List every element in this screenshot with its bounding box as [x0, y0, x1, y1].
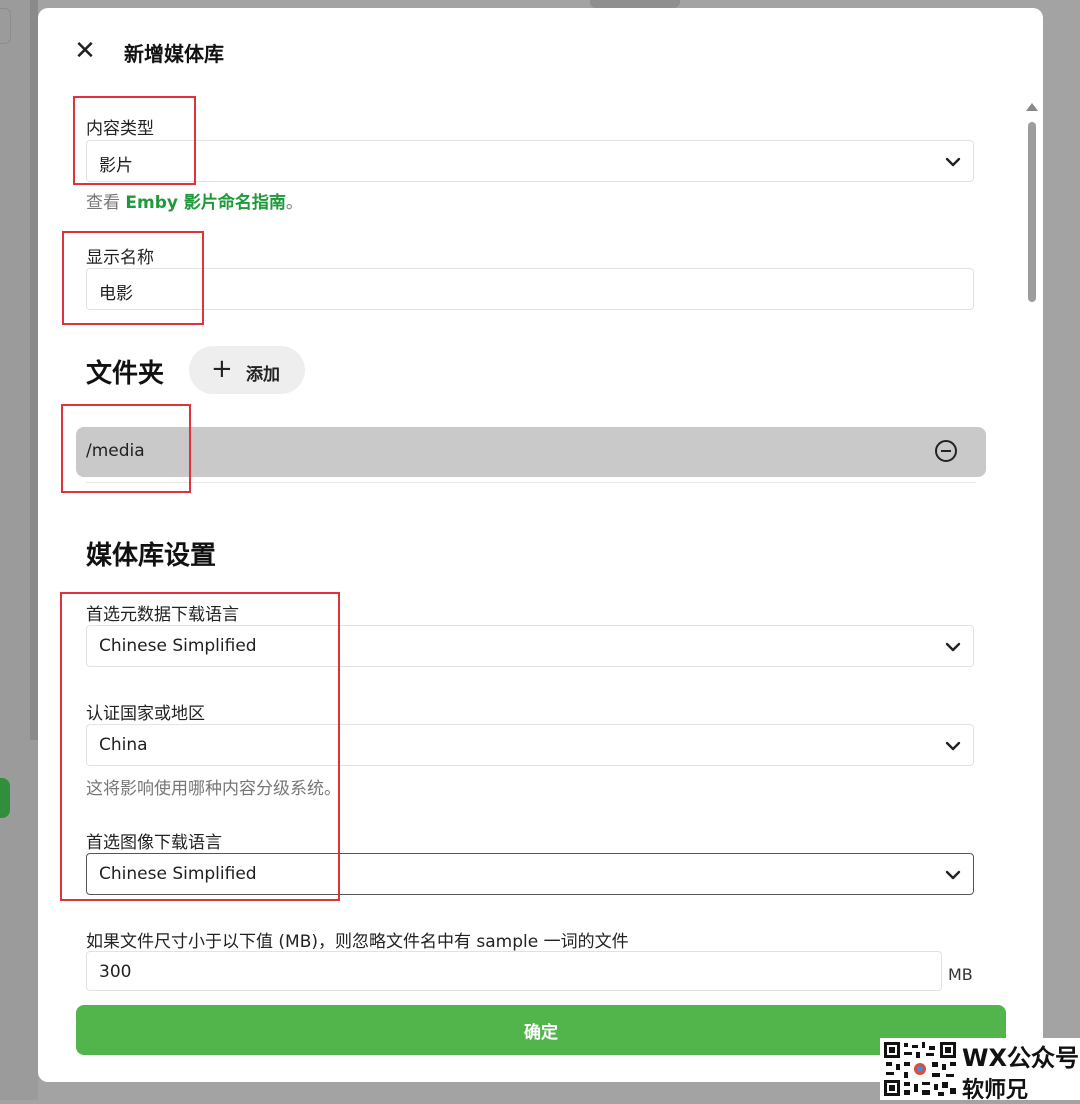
scroll-up-arrow-icon[interactable]	[1026, 103, 1038, 111]
folder-divider	[86, 482, 976, 483]
library-settings-heading: 媒体库设置	[86, 541, 217, 571]
confirm-button[interactable]: 确定	[76, 1005, 1006, 1055]
plus-icon: +	[211, 354, 233, 384]
chevron-down-icon	[945, 870, 961, 880]
minus-circle-icon[interactable]	[934, 439, 958, 463]
content-type-select[interactable]: 影片	[86, 140, 974, 182]
annotation-box-content-type	[73, 96, 196, 185]
background-top-element	[590, 0, 680, 8]
hint-suffix: 。	[285, 193, 303, 213]
background-tab	[0, 8, 11, 44]
dialog-title: 新增媒体库	[124, 42, 224, 66]
annotation-box-display-name	[62, 231, 204, 325]
confirm-button-label: 确定	[524, 1023, 558, 1043]
annotation-box-settings	[60, 592, 340, 901]
scrollbar-thumb[interactable]	[1028, 122, 1036, 302]
watermark-line-2: 软师兄	[962, 1078, 1029, 1103]
chevron-down-icon	[945, 741, 961, 751]
add-folder-button[interactable]: + 添加	[189, 346, 305, 394]
background-active-indicator	[0, 778, 10, 818]
sample-size-input[interactable]: 300	[86, 951, 942, 991]
sample-size-label: 如果文件尺寸小于以下值 (MB)，则忽略文件名中有 sample 一词的文件	[86, 932, 629, 952]
display-name-input[interactable]: 电影	[86, 268, 974, 310]
annotation-box-folder	[61, 404, 191, 493]
naming-guide-hint: 查看 Emby 影片命名指南。	[86, 188, 303, 213]
sample-size-unit: MB	[948, 965, 973, 984]
qr-code-icon	[882, 1040, 958, 1098]
add-folder-label: 添加	[246, 365, 280, 385]
background-scrollbar	[30, 0, 38, 740]
watermark: WX公众号 软师兄	[880, 1038, 1080, 1103]
watermark-line-1: WX公众号	[962, 1044, 1079, 1072]
chevron-down-icon	[945, 157, 961, 167]
naming-guide-link[interactable]: Emby 影片命名指南	[125, 193, 286, 213]
chevron-down-icon	[945, 642, 961, 652]
folders-heading: 文件夹	[86, 359, 165, 389]
hint-prefix: 查看	[86, 193, 126, 213]
close-icon[interactable]: ✕	[71, 37, 99, 65]
folder-item[interactable]: /media	[76, 427, 986, 477]
sample-size-value: 300	[99, 962, 132, 982]
